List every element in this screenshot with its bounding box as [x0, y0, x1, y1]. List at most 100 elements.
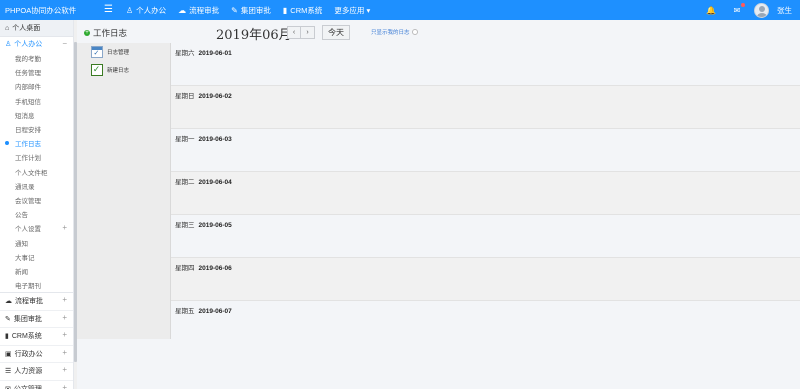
day-row[interactable]: 星期二 2019-06-04: [171, 172, 800, 215]
sidebar-item[interactable]: 个人设置 +: [0, 221, 73, 235]
sidebar-item-label: 公告: [15, 212, 28, 220]
sidebar-group-label: 个人办公: [14, 41, 43, 48]
sidebar-group[interactable]: ▮ CRM系统 +: [0, 328, 73, 346]
avatar[interactable]: [754, 2, 769, 18]
sidebar-item-label: 会议管理: [15, 197, 41, 205]
top-nav-label: 集团审批: [240, 5, 271, 15]
only-mine-label: 只显示我的日志: [371, 30, 410, 36]
sidebar-item[interactable]: 工作计划: [0, 150, 73, 164]
top-nav-label: 个人办公: [136, 5, 167, 15]
sidebar-item-label: 工作日志: [15, 141, 41, 149]
day-date: 2019-06-05: [198, 222, 232, 229]
day-row[interactable]: 星期六 2019-06-01: [171, 43, 800, 86]
sidebar-item-label: 新闻: [15, 268, 28, 276]
day-date: 2019-06-03: [198, 136, 232, 143]
edit-icon: ✎: [231, 5, 238, 15]
sidebar-item-label: 通知: [15, 240, 28, 248]
prev-month-button[interactable]: ‹: [287, 26, 301, 39]
top-right-tools: 🔔 ✉ 张生: [706, 0, 800, 20]
sidebar-item[interactable]: 工作日志: [0, 136, 73, 150]
sidebar-item[interactable]: 短消息: [0, 108, 73, 122]
top-nav-label: 更多应用 ▾: [334, 5, 371, 15]
group-icon: ▣: [5, 350, 12, 358]
sidebar-item[interactable]: 会议管理: [0, 193, 73, 207]
sidebar-group[interactable]: ☁ 流程审批 +: [0, 293, 73, 311]
sidebar-item[interactable]: 大事记: [0, 250, 73, 264]
sidebar-item[interactable]: 公告: [0, 207, 73, 221]
sidebar-item[interactable]: 手机短信: [0, 94, 73, 108]
message-icon[interactable]: ✉: [732, 2, 745, 15]
sidebar-item[interactable]: 电子期刊: [0, 278, 73, 292]
only-mine-filter[interactable]: 只显示我的日志: [371, 28, 418, 36]
expand-icon[interactable]: +: [62, 365, 67, 374]
sidebar-item[interactable]: 通知: [0, 235, 73, 249]
sidebar-item[interactable]: 任务管理: [0, 65, 73, 79]
sidebar-group[interactable]: ☰ 人力资源 +: [0, 363, 73, 381]
sidebar: ⌂ 个人桌面 ♙ 个人办公 − 我的考勤 任务管理内部邮件手机短信短消息日程安排工…: [0, 20, 74, 389]
top-nav-group-approval[interactable]: ✎ 集团审批: [231, 5, 271, 16]
day-row[interactable]: 星期三 2019-06-05: [171, 215, 800, 258]
sidebar-item-home[interactable]: ⌂ 个人桌面: [0, 20, 73, 37]
person-icon: ♙: [5, 41, 12, 48]
group-icon: ▮: [5, 333, 9, 341]
top-nav: ♙ 个人办公 ☁ 流程审批 ✎ 集团审批 ▮ CRM系统 更多应用 ▾: [126, 0, 370, 20]
sidebar-group-label: 流程审批: [15, 298, 43, 306]
day-row[interactable]: 星期五 2019-06-07: [171, 301, 800, 344]
day-row[interactable]: 星期四 2019-06-06: [171, 258, 800, 301]
sidebar-item-label: 个人文件柜: [15, 169, 48, 177]
sidebar-item-label: 内部邮件: [15, 84, 41, 92]
day-date: 2019-06-01: [198, 50, 232, 57]
sidebar-item-label: 个人桌面: [12, 25, 41, 32]
sidebar-item-label: 电子期刊: [15, 283, 41, 291]
sidebar-item[interactable]: 我的考勤: [0, 51, 73, 65]
sidebar-group-personal[interactable]: ♙ 个人办公 −: [0, 37, 73, 51]
expand-icon[interactable]: +: [62, 295, 67, 304]
bell-icon[interactable]: 🔔: [706, 6, 716, 15]
day-date: 2019-06-02: [198, 93, 232, 100]
collapse-icon[interactable]: −: [62, 39, 67, 48]
username[interactable]: 张生: [777, 5, 792, 16]
day-row[interactable]: 星期一 2019-06-03: [171, 129, 800, 172]
log-manage-link[interactable]: 日志管理: [90, 45, 129, 58]
brand-title: PHPOA协同办公软件: [5, 6, 77, 15]
next-month-button[interactable]: ›: [301, 26, 315, 39]
sidebar-group[interactable]: ✉公文管理 +: [0, 381, 73, 389]
expand-icon[interactable]: +: [62, 223, 67, 232]
sidebar-item-label: 短消息: [15, 112, 35, 120]
new-log-link[interactable]: ✓ 新建日志: [90, 63, 129, 76]
log-nav-panel: 日志管理 ✓ 新建日志: [77, 43, 171, 339]
sidebar-item[interactable]: 新闻: [0, 264, 73, 278]
sidebar-item-label: 工作计划: [15, 155, 41, 163]
top-nav-crm[interactable]: ▮ CRM系统: [283, 5, 323, 16]
top-bar: PHPOA协同办公软件 ☰ ♙ 个人办公 ☁ 流程审批 ✎ 集团审批 ▮ CRM…: [0, 0, 800, 20]
expand-icon[interactable]: +: [62, 348, 67, 357]
month-title: 2019年06月: [216, 28, 292, 43]
today-button[interactable]: 今天: [322, 25, 350, 40]
sidebar-group-label: 集团审批: [13, 315, 42, 323]
top-nav-personal[interactable]: ♙ 个人办公: [126, 5, 166, 16]
top-nav-label: CRM系统: [290, 5, 323, 15]
menu-toggle-icon[interactable]: ☰: [104, 4, 113, 16]
sidebar-item[interactable]: 个人文件柜: [0, 165, 73, 179]
sidebar-item[interactable]: 通讯录: [0, 179, 73, 193]
calendar-check-icon: [90, 45, 103, 58]
chat-icon: ✉: [733, 5, 741, 15]
sidebar-group[interactable]: ▣ 行政办公 +: [0, 346, 73, 364]
sidebar-item-label: 日程安排: [15, 127, 41, 135]
top-nav-more-apps[interactable]: 更多应用 ▾: [334, 5, 370, 16]
top-nav-workflow[interactable]: ☁ 流程审批: [178, 5, 219, 16]
bar-chart-icon: ▮: [282, 5, 288, 15]
day-row[interactable]: 星期日 2019-06-02: [171, 86, 800, 129]
sidebar-group[interactable]: ✎ 集团审批 +: [0, 311, 73, 329]
month-nav: ‹ ›: [287, 26, 315, 39]
sidebar-item-label: 大事记: [15, 254, 35, 262]
sidebar-item[interactable]: 内部邮件: [0, 79, 73, 93]
expand-icon[interactable]: +: [62, 330, 67, 339]
only-mine-checkbox[interactable]: [411, 29, 418, 35]
workflow-icon: ☁: [178, 5, 187, 15]
new-log-label: 新建日志: [107, 67, 130, 74]
expand-icon[interactable]: +: [62, 313, 67, 322]
day-date: 2019-06-06: [198, 265, 232, 272]
expand-icon[interactable]: +: [62, 383, 67, 389]
sidebar-item[interactable]: 日程安排: [0, 122, 73, 136]
